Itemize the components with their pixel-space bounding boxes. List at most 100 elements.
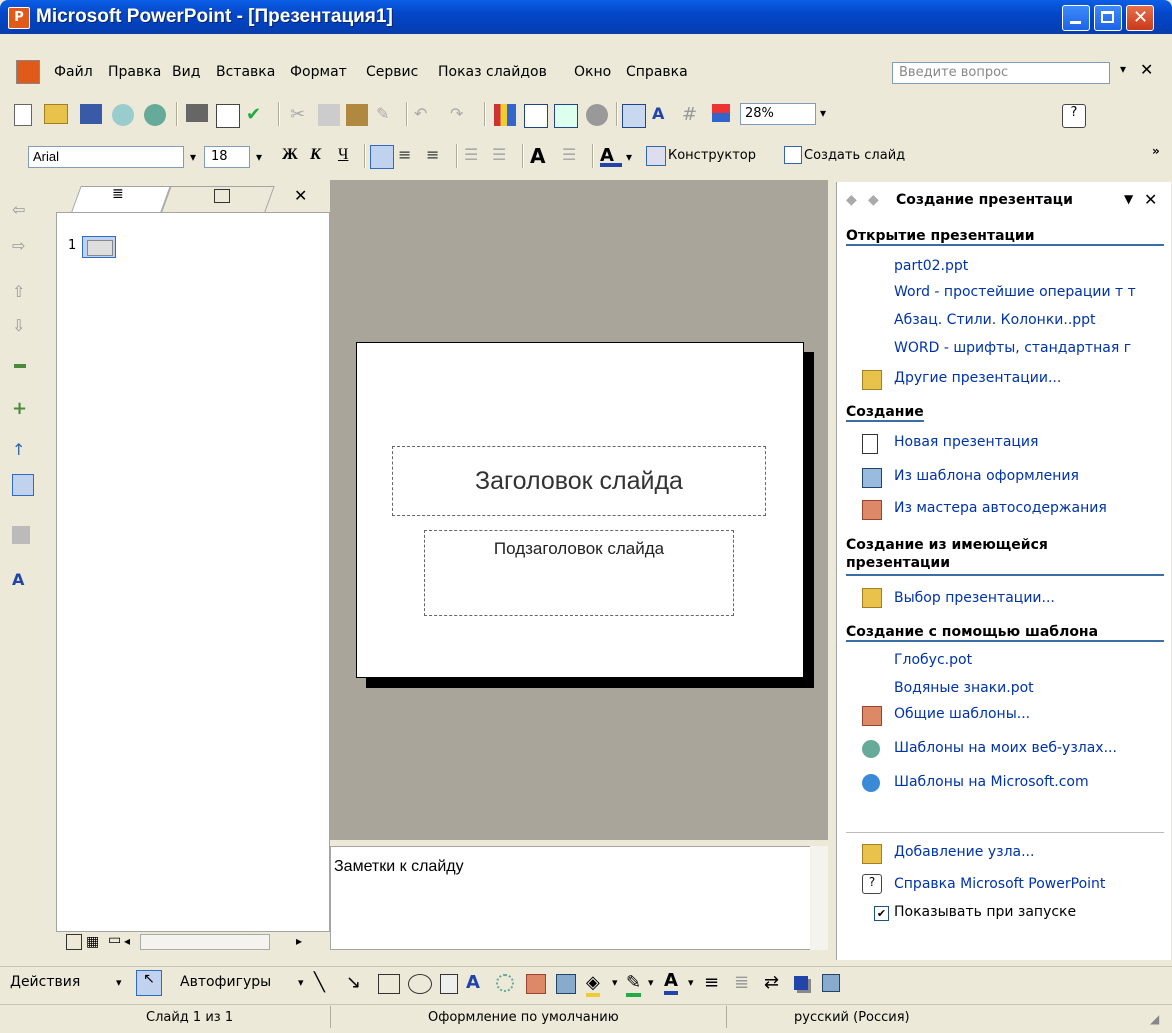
show-formatting-left-icon[interactable]: A <box>12 570 24 589</box>
expand-all-left-icon[interactable] <box>12 474 34 496</box>
menu-view[interactable]: Вид <box>172 64 200 80</box>
autoshapes-dropdown-icon[interactable]: ▾ <box>298 976 304 989</box>
move-down-icon[interactable]: ⇩ <box>12 316 25 335</box>
font-select[interactable]: Arial <box>28 146 184 168</box>
arrow-icon[interactable]: ↘ <box>346 972 361 993</box>
select-pointer-icon[interactable]: ↖ <box>136 970 162 996</box>
fill-color-icon[interactable]: ◈ <box>586 972 600 997</box>
menu-insert[interactable]: Вставка <box>216 64 275 80</box>
line-color-icon[interactable]: ✎ <box>626 972 642 997</box>
arrow-style-icon[interactable]: ⇄ <box>764 972 779 993</box>
new-icon[interactable] <box>14 104 32 126</box>
scroll-right-icon[interactable]: ▸ <box>296 934 302 948</box>
decrease-indent-icon[interactable]: ☰ <box>562 145 584 167</box>
demote-icon[interactable]: ⇨ <box>12 236 25 255</box>
recent-file-4[interactable]: WORD - шрифты, стандартная г <box>894 340 1131 356</box>
align-center-icon[interactable]: ≡ <box>398 145 420 167</box>
diagram-icon[interactable] <box>496 974 514 992</box>
picture-icon[interactable] <box>556 974 576 994</box>
title-placeholder[interactable]: Заголовок слайда <box>392 446 766 516</box>
undo-icon[interactable]: ↶ <box>414 104 436 126</box>
spelling-icon[interactable]: ✔ <box>246 104 268 126</box>
close-button[interactable]: ✕ <box>1126 5 1154 31</box>
recent-file-3[interactable]: Абзац. Стили. Колонки..ppt <box>894 312 1096 328</box>
save-icon[interactable] <box>80 104 102 124</box>
horizontal-scrollbar[interactable] <box>140 934 270 950</box>
color-grayscale-icon[interactable] <box>712 104 730 122</box>
align-right-icon[interactable]: ≡ <box>426 145 448 167</box>
show-formatting-icon[interactable]: A <box>652 104 674 126</box>
3d-style-icon[interactable] <box>822 974 840 992</box>
grid-icon[interactable]: # <box>682 104 704 126</box>
task-back-icon[interactable]: ◆ <box>846 192 857 208</box>
menu-format[interactable]: Формат <box>290 64 347 80</box>
outline-tab-icon[interactable]: ≣ <box>112 186 124 202</box>
open-icon[interactable] <box>44 104 68 124</box>
web-templates-link[interactable]: Шаблоны на моих веб-узлах... <box>894 740 1117 756</box>
task-pane-close-icon[interactable]: ✕ <box>1144 190 1157 209</box>
task-forward-icon[interactable]: ◆ <box>868 192 879 208</box>
startup-checkbox[interactable]: ✔ <box>874 906 889 921</box>
increase-font-icon[interactable]: A <box>530 144 552 168</box>
textbox-icon[interactable] <box>440 974 458 994</box>
italic-button[interactable]: К <box>310 146 321 164</box>
align-left-icon[interactable] <box>370 145 394 169</box>
line-color-dropdown-icon[interactable]: ▾ <box>648 976 654 989</box>
size-dropdown-icon[interactable]: ▾ <box>256 150 262 164</box>
line-icon[interactable]: ╲ <box>314 972 325 993</box>
expand-icon[interactable]: + <box>12 398 27 419</box>
table-icon[interactable] <box>524 104 548 128</box>
print-preview-icon[interactable] <box>216 104 240 128</box>
notes-scrollbar[interactable] <box>810 846 828 950</box>
designer-button[interactable]: Конструктор <box>668 148 756 163</box>
cut-icon[interactable]: ✂ <box>290 104 312 126</box>
actions-dropdown-icon[interactable]: ▾ <box>116 976 122 989</box>
sorter-view-icon[interactable]: ▦ <box>86 934 99 950</box>
menu-tools[interactable]: Сервис <box>366 64 418 80</box>
font-color-icon[interactable]: A <box>600 145 622 167</box>
add-node-link[interactable]: Добавление узла... <box>894 844 1034 860</box>
task-pane-dropdown-icon[interactable]: ▼ <box>1124 192 1133 206</box>
slide-thumbnail[interactable] <box>82 236 116 258</box>
shadow-style-icon[interactable] <box>794 976 808 990</box>
general-templates-link[interactable]: Общие шаблоны... <box>894 706 1030 722</box>
help-icon[interactable]: ? <box>1062 104 1086 128</box>
bullets-icon[interactable]: ☰ <box>492 145 514 167</box>
scroll-left-icon[interactable]: ◂ <box>124 934 130 948</box>
tables-borders-icon[interactable] <box>554 104 578 128</box>
new-presentation-link[interactable]: Новая презентация <box>894 434 1038 450</box>
move-up-icon[interactable]: ⇧ <box>12 282 25 301</box>
paste-icon[interactable] <box>346 104 368 126</box>
document-icon[interactable] <box>16 60 40 84</box>
clipart-icon[interactable] <box>526 974 546 994</box>
font-dropdown-icon[interactable]: ▾ <box>190 150 196 164</box>
app-icon[interactable]: P <box>8 7 30 29</box>
wordart-icon[interactable]: A <box>466 972 480 993</box>
slideshow-view-icon[interactable]: ▭ <box>108 932 121 948</box>
toolbar-more-icon[interactable]: » <box>1152 144 1160 158</box>
resize-grip-icon[interactable]: ◢ <box>1150 1012 1159 1026</box>
chart-icon[interactable] <box>494 104 516 126</box>
line-style-icon[interactable]: ≡ <box>704 972 719 993</box>
numbering-icon[interactable]: ☰ <box>464 145 486 167</box>
slides-pane[interactable] <box>56 212 330 932</box>
autocontent-link[interactable]: Из мастера автосодержания <box>894 500 1107 516</box>
menu-window[interactable]: Окно <box>574 64 611 80</box>
actions-menu[interactable]: Действия <box>10 974 80 990</box>
menu-slideshow[interactable]: Показ слайдов <box>438 64 547 80</box>
subtitle-placeholder[interactable]: Подзаголовок слайда <box>424 530 734 616</box>
ms-templates-link[interactable]: Шаблоны на Microsoft.com <box>894 774 1089 790</box>
recent-file-2[interactable]: Word - простейшие операции т т <box>894 284 1136 300</box>
dash-style-icon[interactable]: ≣ <box>734 972 749 993</box>
print-icon[interactable] <box>186 104 208 122</box>
promote-icon[interactable]: ⇦ <box>12 200 25 219</box>
summary-slide-icon[interactable] <box>12 526 30 544</box>
template-watermark-link[interactable]: Водяные знаки.pot <box>894 680 1034 696</box>
maximize-button[interactable] <box>1094 5 1122 31</box>
minimize-button[interactable] <box>1062 5 1090 31</box>
task-pane-title[interactable]: Создание презентаци <box>896 192 1073 208</box>
zoom-select[interactable]: 28% <box>740 103 816 125</box>
search-icon[interactable] <box>144 104 166 126</box>
menu-edit[interactable]: Правка <box>108 64 161 80</box>
notes-placeholder[interactable]: Заметки к слайду <box>334 858 464 876</box>
